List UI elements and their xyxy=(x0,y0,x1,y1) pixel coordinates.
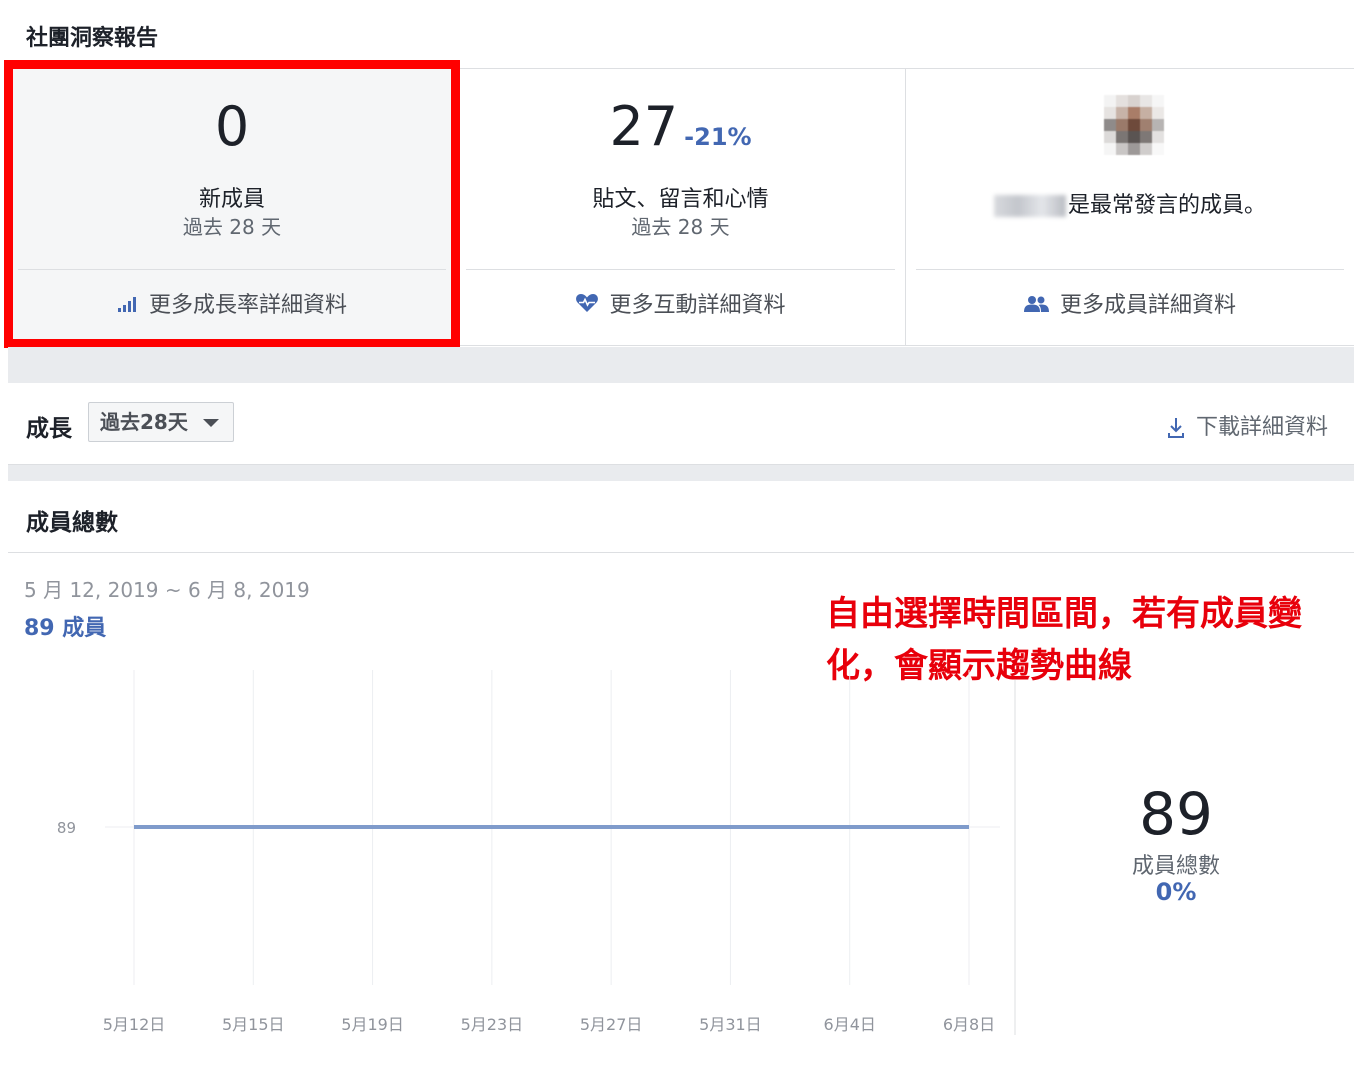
top-member-card[interactable]: 是最常發言的成員。 更多成員詳細資料 xyxy=(906,69,1354,346)
growth-details-link[interactable]: 更多成長率詳細資料 xyxy=(8,287,456,319)
engagement-details-link[interactable]: 更多互動詳細資料 xyxy=(456,287,905,319)
total-members-value: 89 xyxy=(1139,780,1213,848)
heart-icon xyxy=(575,293,599,319)
total-members-title: 成員總數 xyxy=(26,510,118,536)
x-tick-label: 5月23日 xyxy=(461,1015,524,1034)
growth-details-label: 更多成長率詳細資料 xyxy=(148,293,347,318)
growth-toolbar: 成長 過去28天 下載詳細資料 xyxy=(8,383,1354,465)
total-members-change: 0% xyxy=(1155,878,1197,906)
bar-chart-icon xyxy=(117,294,139,319)
download-label: 下載詳細資料 xyxy=(1195,415,1328,440)
growth-label: 成長 xyxy=(26,416,72,442)
section-separator xyxy=(8,465,1354,481)
engagement-change: -21% xyxy=(684,123,752,151)
time-range-value: 過去28天 xyxy=(100,410,188,434)
card-divider xyxy=(18,269,446,270)
new-members-card[interactable]: 0 新成員 過去 28 天 更多成長率詳細資料 xyxy=(8,69,456,346)
new-members-period: 過去 28 天 xyxy=(182,215,282,239)
card-divider xyxy=(466,269,895,270)
x-tick-label: 6月8日 xyxy=(943,1015,995,1034)
top-member-text: 是最常發言的成員。 xyxy=(906,187,1354,219)
x-tick-label: 6月4日 xyxy=(824,1015,876,1034)
engagement-card[interactable]: 27 -21% 貼文、留言和心情 過去 28 天 更多互動詳細資料 xyxy=(456,69,906,346)
total-members-label: 成員總數 xyxy=(1131,854,1220,879)
summary-cards: 0 新成員 過去 28 天 更多成長率詳細資料 27 -21% 貼文、留言和心情 … xyxy=(8,68,1354,346)
date-range: 5 月 12, 2019 ~ 6 月 8, 2019 xyxy=(24,578,310,602)
engagement-details-label: 更多互動詳細資料 xyxy=(609,293,786,318)
member-name-blurred xyxy=(993,195,1066,217)
x-tick-label: 5月31日 xyxy=(699,1015,762,1034)
download-details-link[interactable]: 下載詳細資料 xyxy=(1166,409,1328,441)
engagement-period: 過去 28 天 xyxy=(631,215,730,239)
x-tick-label: 5月12日 xyxy=(103,1015,166,1034)
avatar xyxy=(1104,95,1164,157)
time-range-dropdown[interactable]: 過去28天 xyxy=(88,402,234,442)
x-tick-label: 5月15日 xyxy=(222,1015,285,1034)
new-members-label: 新成員 xyxy=(198,187,265,212)
engagement-label: 貼文、留言和心情 xyxy=(592,187,769,212)
new-members-count: 0 xyxy=(214,95,250,158)
x-tick-label: 5月19日 xyxy=(341,1015,404,1034)
x-tick-label: 5月27日 xyxy=(580,1015,643,1034)
page-title: 社團洞察報告 xyxy=(26,26,159,51)
top-member-label: 是最常發言的成員。 xyxy=(1067,193,1266,218)
caret-down-icon xyxy=(203,419,219,427)
y-tick-label: 89 xyxy=(57,819,76,837)
card-divider xyxy=(916,269,1344,270)
engagement-value: 27 xyxy=(609,95,679,158)
member-details-link[interactable]: 更多成員詳細資料 xyxy=(906,287,1354,319)
engagement-count: 27 -21% xyxy=(456,97,905,167)
members-summary[interactable]: 89 成員 xyxy=(24,610,106,642)
section-separator xyxy=(8,347,1354,383)
people-icon xyxy=(1023,294,1050,319)
download-icon xyxy=(1167,418,1184,438)
total-members-header: 成員總數 xyxy=(8,481,1354,553)
member-details-label: 更多成員詳細資料 xyxy=(1059,293,1236,318)
